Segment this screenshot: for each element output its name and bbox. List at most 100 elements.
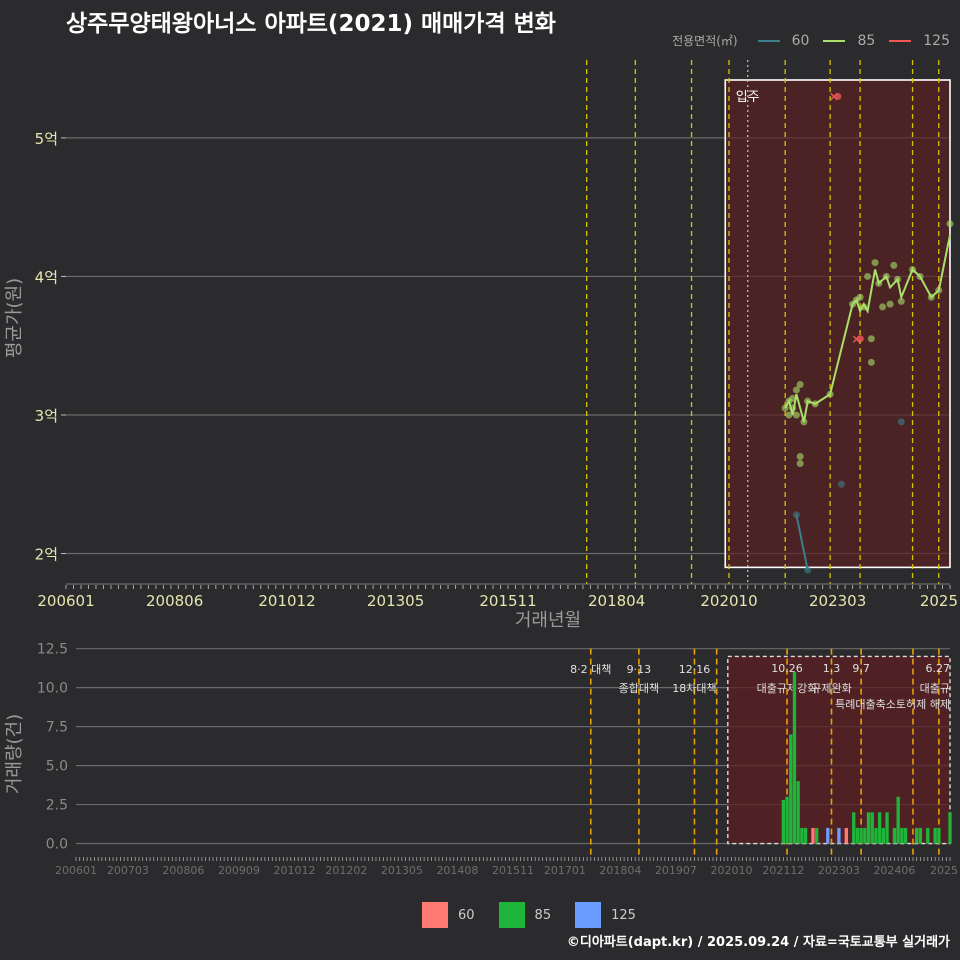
volume-bar-85-18: [892, 827, 897, 844]
series-point-85-20: [867, 358, 875, 366]
legend-box-60: [422, 902, 448, 928]
price-xtick-label-1: 200806: [146, 592, 203, 610]
volume-bar-85-9: [855, 827, 860, 844]
volume-bar-85-16: [881, 827, 886, 844]
series-point-85-17: [860, 303, 868, 311]
series-point-85-23: [879, 303, 887, 311]
price-xtick-label-7: 202303: [809, 592, 866, 610]
series-point-60-0: [792, 511, 800, 519]
series-point-85-32: [935, 286, 943, 294]
volume-bar-85-6: [803, 827, 808, 844]
legend-box-85: [498, 902, 525, 928]
volume-bar-85-24: [926, 827, 930, 844]
volume-ytick-label-2: 5.0: [46, 759, 68, 775]
volume-xtick-label-1: 200703: [107, 864, 149, 877]
volume-xtick-label-11: 201907: [655, 864, 697, 877]
volume-xtick-label-7: 201408: [436, 864, 478, 877]
volume-bar-85-7: [815, 827, 819, 844]
series-point-85-22: [875, 279, 883, 287]
price-xtick-label-4: 201511: [479, 592, 536, 610]
price-ytick-label-3: 5억: [35, 130, 58, 148]
series-point-85-6: [792, 411, 800, 419]
price-xtick-label-2: 201012: [258, 592, 315, 610]
volume-xtick-label-13: 202112: [762, 864, 804, 877]
volume-xtick-label-3: 200909: [218, 864, 260, 877]
policy-label-6: 9.7: [852, 662, 870, 675]
volume-ytick-label-4: 10.0: [37, 681, 68, 697]
price-ytick-label-1: 3억: [35, 407, 58, 425]
volume-xtick-label-4: 201012: [274, 864, 316, 877]
volume-bar-85-15: [877, 812, 882, 844]
volume-bar-85-11: [863, 827, 867, 844]
series-point-125-0: [834, 92, 842, 100]
volume-bar-85-8: [852, 812, 856, 844]
series-point-85-0: [781, 404, 789, 412]
series-point-85-25: [886, 300, 894, 308]
volume-ytick-label-3: 7.5: [46, 720, 68, 736]
volume-bar-85-27: [948, 812, 952, 844]
volume-bar-85-23: [918, 827, 923, 844]
price-xtick-label-3: 201305: [367, 592, 424, 610]
volume-bar-85-3: [792, 672, 797, 844]
price-xtick-label-0: 200601: [37, 592, 94, 610]
policy-label-2: 12·16: [679, 663, 711, 676]
price-xtick-label-5: 201804: [588, 592, 645, 610]
chart-page: 상주무양태왕아너스 아파트(2021) 매매가격 변화 전용면적(㎡) 60 8…: [0, 0, 960, 960]
policy-sublabel-8: 대출규: [920, 682, 950, 695]
volume-xtick-label-15: 202406: [873, 864, 915, 877]
policy-sublabel-5: 규제완화: [811, 682, 851, 695]
series-point-85-19: [867, 335, 875, 343]
series-point-125-1: [856, 335, 864, 343]
policy-label-8: 6.27: [926, 662, 951, 675]
volume-xtick-label-2: 200806: [162, 864, 204, 877]
series-point-85-30: [916, 272, 924, 280]
series-point-85-28: [897, 297, 905, 305]
volume-xtick-label-16: 2025: [930, 864, 958, 877]
volume-bar-85-10: [859, 827, 863, 844]
legend-box-125: [575, 902, 602, 928]
policy-label-5: 1.3: [823, 662, 841, 675]
volume-ytick-label-5: 12.5: [37, 642, 68, 658]
legend-bottom: 60 85 125: [422, 902, 660, 928]
series-point-85-31: [927, 293, 935, 301]
volume-xtick-label-8: 201511: [492, 864, 534, 877]
series-point-85-21: [871, 259, 879, 267]
volume-xtick-label-5: 201202: [325, 864, 367, 877]
series-point-85-33: [946, 220, 954, 228]
credit-text: ©디아파트(dapt.kr) / 2025.09.24 / 자료=국토교통부 실…: [566, 935, 950, 950]
series-point-60-2: [837, 480, 845, 488]
volume-bar-85-1: [785, 796, 789, 844]
policy-label-0: 8·2 대책: [570, 663, 611, 676]
volume-bar-85-20: [900, 827, 904, 844]
volume-chart: 0.0 2.5 5.0 7.5 10.0 12.5 8·2 대책 9·13 종합대책 12·16 1…: [4, 642, 958, 877]
volume-bar-125-0: [826, 827, 830, 844]
price-x-axis-title: 거래년월: [515, 610, 581, 631]
volume-bar-85-26: [937, 827, 941, 844]
volume-ytick-label-1: 2.5: [46, 798, 68, 814]
policy-note: 특례대출축소토허제 해제: [835, 697, 950, 711]
legend-bottom-label-60: 60: [458, 907, 475, 923]
volume-bar-85-19: [896, 796, 900, 844]
volume-bar-60-1: [844, 827, 848, 844]
price-xtick-label-8: 2025: [920, 592, 958, 610]
series-point-60-3: [897, 418, 905, 426]
series-point-85-29: [909, 266, 917, 274]
price-chart: 2억3억4억5억입주 ××200601 200806 201012 201305 2015…: [4, 60, 958, 631]
series-point-60-1: [804, 566, 812, 574]
volume-bar-85-22: [915, 827, 919, 844]
price-ytick-label-0: 2억: [35, 546, 58, 564]
series-point-85-2: [785, 411, 793, 419]
volume-bar-85-21: [903, 827, 908, 844]
volume-bar-125-1: [837, 827, 841, 844]
policy-sublabel-2: 18차대책: [672, 682, 716, 695]
series-point-85-10: [800, 418, 808, 426]
volume-bar-85-0: [781, 799, 786, 844]
volume-bar-85-4: [796, 781, 800, 844]
series-point-85-18: [864, 272, 872, 280]
series-point-85-9: [796, 459, 804, 467]
price-xtick-label-6: 202010: [700, 592, 757, 610]
series-point-85-12: [811, 400, 819, 408]
move-in-label: 입주: [736, 90, 760, 105]
series-point-85-7: [796, 381, 804, 388]
series-point-85-8: [796, 453, 804, 461]
